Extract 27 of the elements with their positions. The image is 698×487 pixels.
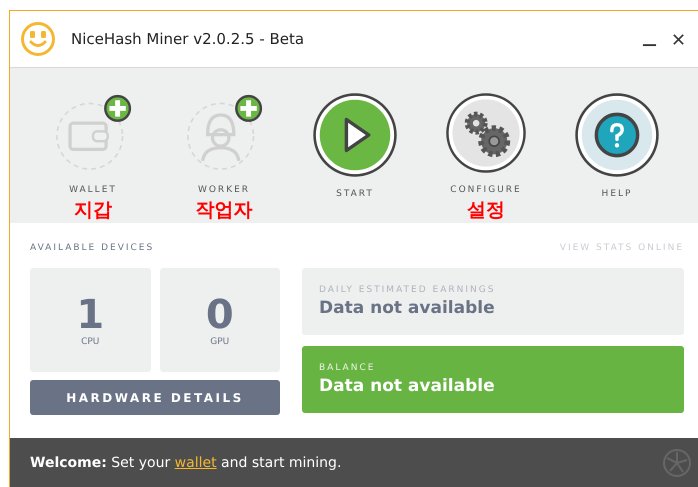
device-type: CPU [81, 337, 100, 347]
annotation-text: 작업자 [196, 198, 252, 223]
device-count: 1 [76, 293, 104, 337]
section-heading: AVAILABLE DEVICES [30, 243, 156, 255]
window-title: NiceHash Miner v2.0.2.5 - Beta [71, 30, 304, 48]
card-value: Data not available [319, 298, 496, 318]
tool-label: WORKER [198, 185, 250, 195]
annotation-text: 지갑 [74, 198, 112, 223]
device-count: 0 [206, 293, 234, 337]
wallet-link[interactable]: wallet [174, 455, 217, 471]
smiley-logo-icon [20, 21, 56, 57]
play-button[interactable] [312, 92, 398, 178]
hardware-details-button[interactable]: HARDWARE DETAILS [30, 380, 280, 415]
card-label: BALANCE [319, 363, 376, 373]
help-button[interactable] [574, 92, 660, 178]
tool-label: WALLET [69, 185, 117, 195]
gears-button[interactable] [443, 92, 529, 174]
welcome-message: Welcome: Set your wallet and start mining. [30, 455, 342, 471]
annotation-text: 설정 [467, 198, 505, 223]
tool-label: HELP [602, 189, 632, 199]
tool-label: CONFIGURE [450, 185, 522, 195]
tool-label: START [336, 189, 374, 199]
card-value: Data not available [319, 376, 496, 396]
device-type: GPU [210, 337, 230, 347]
card-label: DAILY ESTIMATED EARNINGS [319, 285, 496, 295]
fan-icon [662, 448, 692, 478]
close-icon[interactable] [671, 32, 686, 46]
